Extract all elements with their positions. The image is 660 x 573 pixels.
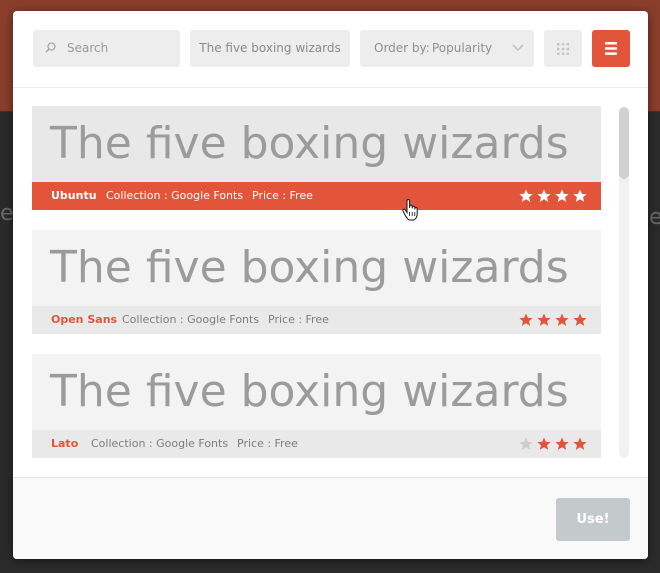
star-filled-icon — [555, 437, 569, 450]
star-filled-icon — [555, 189, 569, 202]
font-name: Lato — [51, 437, 79, 450]
font-list: The five boxing wizards Ubuntu Collectio… — [13, 89, 648, 475]
scrollbar[interactable] — [619, 107, 629, 458]
search-icon — [45, 42, 56, 53]
preview-text-input[interactable]: The five boxing wizards — [190, 30, 350, 67]
chevron-down-icon — [512, 44, 524, 52]
star-filled-icon — [519, 313, 533, 326]
star-filled-icon — [537, 313, 551, 326]
star-filled-icon — [555, 313, 569, 326]
list-view-button[interactable] — [592, 30, 630, 67]
star-empty-icon — [519, 437, 533, 450]
star-filled-icon — [573, 437, 587, 450]
search-input[interactable]: Search — [33, 30, 180, 67]
order-by-value: Popularity — [432, 41, 493, 55]
background-text-right: e — [649, 205, 660, 230]
font-meta: Ubuntu Collection : Google Fonts Price :… — [32, 182, 601, 210]
font-name: Open Sans — [51, 313, 118, 326]
font-price: Price : Free — [237, 437, 298, 450]
star-filled-icon — [537, 437, 551, 450]
grid-view-button[interactable] — [544, 30, 582, 67]
font-price: Price : Free — [268, 313, 329, 326]
font-card-ubuntu[interactable]: The five boxing wizards Ubuntu Collectio… — [32, 106, 601, 210]
star-filled-icon — [537, 189, 551, 202]
toolbar: Search The five boxing wizards Order by:… — [13, 11, 648, 88]
font-name: Ubuntu — [51, 189, 97, 202]
grid-icon — [557, 43, 569, 55]
font-preview: The five boxing wizards — [32, 106, 601, 182]
use-button[interactable]: Use! — [556, 498, 630, 541]
rating-stars — [515, 437, 587, 451]
search-placeholder: Search — [67, 41, 109, 55]
font-picker-modal: Search The five boxing wizards Order by:… — [13, 11, 648, 559]
star-filled-icon — [573, 189, 587, 202]
rating-stars — [515, 189, 587, 203]
font-preview: The five boxing wizards — [32, 354, 601, 430]
font-meta: Open Sans Collection : Google Fonts Pric… — [32, 306, 601, 334]
background-text-left: e — [0, 201, 14, 226]
font-card-open-sans[interactable]: The five boxing wizards Open Sans Collec… — [32, 230, 601, 334]
star-filled-icon — [573, 313, 587, 326]
font-card-lato[interactable]: The five boxing wizards Lato Collection … — [32, 354, 601, 458]
font-preview: The five boxing wizards — [32, 230, 601, 306]
list-icon — [605, 42, 617, 55]
font-collection: Collection : Google Fonts — [106, 189, 244, 202]
order-by-select[interactable]: Order by: Popularity — [360, 30, 534, 67]
rating-stars — [515, 313, 587, 327]
font-collection: Collection : Google Fonts — [122, 313, 260, 326]
hand-cursor-icon — [402, 199, 418, 221]
scrollbar-thumb[interactable] — [619, 107, 629, 179]
modal-footer: Use! — [13, 477, 648, 559]
star-filled-icon — [519, 189, 533, 202]
font-collection: Collection : Google Fonts — [91, 437, 229, 450]
font-meta: Lato Collection : Google Fonts Price : F… — [32, 430, 601, 458]
font-price: Price : Free — [252, 189, 313, 202]
order-by-label: Order by: — [374, 41, 430, 55]
